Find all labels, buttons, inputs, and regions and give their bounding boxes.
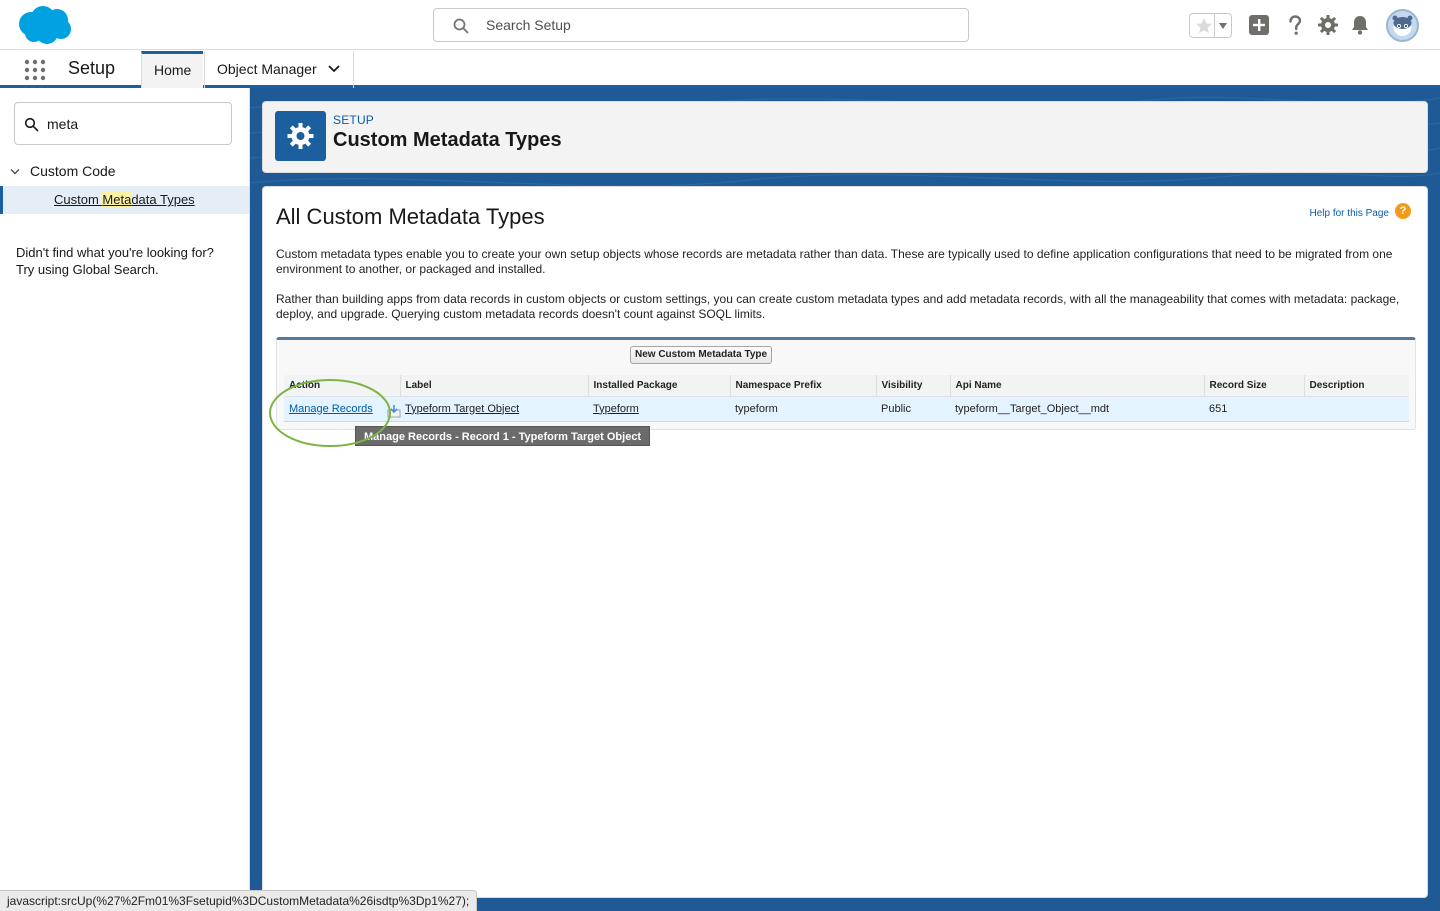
cell-visibility: Public — [876, 396, 950, 422]
page-title: Custom Metadata Types — [333, 129, 562, 151]
cell-label: Typeform Target Object — [400, 396, 588, 422]
not-found-message: Didn't find what you're looking for? Try… — [16, 244, 241, 278]
setup-gear-icon[interactable] — [1316, 13, 1340, 37]
custom-metadata-types-link[interactable]: Custom Metadata Types — [54, 192, 195, 207]
global-header: Search Setup — [0, 0, 1440, 50]
context-bar: Setup Home Object Manager — [0, 51, 1440, 88]
global-search-input[interactable]: Search Setup — [433, 8, 969, 42]
tab-home[interactable]: Home — [141, 51, 203, 88]
setup-gear-icon — [275, 111, 326, 161]
quick-find-input[interactable]: meta — [14, 102, 232, 145]
table-row: Manage Records Typeform Target Object Ty… — [284, 396, 1409, 422]
cell-record-size: 651 — [1204, 396, 1304, 422]
content-panel: All Custom Metadata Types Help for this … — [262, 186, 1428, 898]
favorites-button[interactable] — [1189, 13, 1232, 38]
cell-namespace-prefix: typeform — [730, 396, 876, 422]
notifications-bell-icon[interactable] — [1348, 13, 1372, 37]
page-header: SETUP Custom Metadata Types — [262, 101, 1428, 173]
cell-description — [1304, 396, 1409, 422]
not-found-line: Try using Global Search. — [16, 262, 159, 277]
new-custom-metadata-type-button[interactable]: New Custom Metadata Type — [630, 346, 773, 364]
help-icon[interactable]: ? — [1395, 203, 1411, 219]
star-icon — [1196, 18, 1212, 34]
global-actions-add-icon[interactable] — [1247, 13, 1271, 37]
app-launcher-grid-icon[interactable] — [24, 59, 46, 81]
user-avatar[interactable] — [1386, 9, 1419, 42]
help-question-icon[interactable] — [1283, 13, 1307, 37]
column-header: Installed Package — [587, 375, 730, 397]
annotation-circle — [269, 379, 391, 447]
app-name: Setup — [68, 58, 116, 78]
section-title: All Custom Metadata Types — [276, 204, 545, 229]
tab-label: Object Manager — [217, 61, 317, 77]
column-header: Description — [1303, 375, 1409, 397]
chevron-down-icon[interactable] — [327, 64, 341, 74]
cell-api-name: typeform__Target_Object__mdt — [950, 396, 1204, 422]
search-match-highlight: Meta — [102, 192, 132, 207]
search-icon — [453, 18, 469, 34]
tree-item-custom-metadata-types[interactable]: Custom Metadata Types — [0, 186, 249, 214]
quick-find-value: meta — [47, 116, 79, 132]
label-link[interactable]: Typeform Target Object — [405, 403, 519, 415]
description-paragraph-1: Custom metadata types enable you to crea… — [276, 247, 1393, 276]
installed-package-link[interactable]: Typeform — [593, 403, 639, 415]
browser-status-bar: javascript:srcUp(%27%2Fm01%3Fsetupid%3DC… — [0, 890, 478, 911]
tab-object-manager[interactable]: Object Manager — [204, 51, 354, 88]
link-text-part: Custom — [54, 192, 103, 207]
description-paragraph-2: Rather than building apps from data reco… — [276, 292, 1400, 321]
chevron-down-icon[interactable] — [10, 168, 20, 176]
link-text-part: data Types — [131, 192, 195, 207]
tab-label: Home — [154, 62, 192, 78]
hover-tooltip: Manage Records - Record 1 - Typeform Tar… — [355, 426, 651, 446]
chevron-down-icon[interactable] — [1218, 22, 1228, 30]
table-header-row: Action Label Installed Package Namespace… — [284, 375, 1409, 397]
tree-item-custom-code[interactable]: Custom Code — [10, 163, 116, 179]
column-header: Namespace Prefix — [729, 375, 876, 397]
help-for-this-page-link[interactable]: Help for this Page — [1310, 208, 1390, 219]
not-found-line: Didn't find what you're looking for? — [16, 245, 214, 260]
column-header: Api Name — [949, 375, 1204, 397]
metadata-types-table: Action Label Installed Package Namespace… — [284, 375, 1409, 422]
metadata-types-list: New Custom Metadata Type Action Label In… — [276, 337, 1416, 446]
search-placeholder: Search Setup — [486, 17, 571, 33]
page-eyebrow: SETUP — [333, 113, 375, 127]
tree-item-label: Custom Code — [30, 163, 116, 179]
search-icon — [24, 117, 39, 132]
astro-avatar-icon — [1392, 15, 1413, 36]
cell-installed-package: Typeform — [588, 396, 730, 422]
setup-sidebar: meta Custom Code Custom Metadata Types D… — [0, 88, 250, 911]
column-header: Record Size — [1203, 375, 1304, 397]
column-header: Visibility — [875, 375, 950, 397]
salesforce-logo[interactable] — [16, 5, 74, 45]
column-header: Label — [399, 375, 588, 397]
